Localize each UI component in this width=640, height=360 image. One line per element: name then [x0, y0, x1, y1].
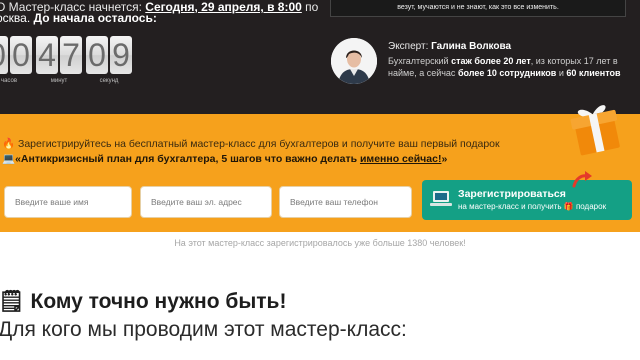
countdown-timer: 00 часов 47 минут 09 секунд [0, 36, 132, 84]
offer-text: 🔥 Зарегистрируйтесь на бесплатный мастер… [2, 137, 500, 150]
video-caption: везут, мучаются и не знают, как это все … [397, 4, 559, 11]
fire-icon: 🔥 [2, 138, 16, 150]
start-suffix: по [301, 0, 319, 14]
phone-input[interactable]: Введите ваш телефон [279, 186, 412, 218]
hours-label: часов [0, 78, 18, 84]
bio-2a: найме, а сейчас [388, 68, 458, 78]
gift-title-a: «Антикризисный план для бухгалтера, 5 ша… [15, 153, 360, 165]
minutes-digit-1: 4 [36, 36, 58, 74]
timer-hours: 00 часов [0, 36, 32, 84]
gift-title: 💻«Антикризисный план для бухгалтера, 5 ш… [2, 152, 447, 165]
timer-minutes: 47 минут [36, 36, 82, 84]
bio-1c: , из которых 17 лет в [530, 55, 618, 66]
expert-bio-line-2: найме, а сейчас более 10 сотрудников и 6… [388, 67, 638, 80]
expert-name-line: Эксперт: Галина Волкова [388, 41, 638, 54]
document-icon: 🗒 [0, 290, 25, 313]
video-player[interactable]: везут, мучаются и не знают, как это все … [330, 0, 626, 17]
seconds-digit-2: 9 [110, 36, 132, 74]
gift-box-icon [570, 105, 620, 156]
bio-2b: более 10 сотрудников [457, 68, 557, 78]
registered-count-note: На этот мастер-класс зарегистрировалось … [174, 238, 466, 248]
email-input[interactable]: Введите ваш эл. адрес [140, 186, 272, 218]
left-prefix: осква. [0, 11, 31, 25]
start-date-link[interactable]: Сегодня, 29 апреля, в 8:00 [145, 0, 302, 14]
register-title: Зарегистрироваться [458, 188, 566, 200]
hours-digit-2: 0 [10, 36, 32, 74]
expert-prefix: Эксперт: [388, 41, 432, 52]
arrow-icon [572, 171, 592, 188]
bio-1b: стаж более 20 лет [451, 55, 531, 66]
laptop-icon [430, 191, 452, 206]
expert-name: Галина Волкова [431, 41, 512, 52]
bio-1a: Бухгалтерский [388, 55, 452, 66]
timer-seconds: 09 секунд [86, 36, 132, 84]
audience-heading: 🗒 Кому точно нужно быть! [0, 290, 286, 314]
expert-avatar [331, 38, 377, 84]
expert-bio-line-1: Бухгалтерский стаж более 20 лет, из кото… [388, 55, 638, 68]
time-left-info: осква. До начала осталось: [0, 11, 157, 25]
offer-line-1: Зарегистрируйтесь на бесплатный мастер-к… [18, 138, 500, 150]
hours-digit-1: 0 [0, 36, 8, 74]
laptop-icon: 💻 [2, 153, 16, 165]
bio-2d: 60 клиентов [566, 68, 621, 78]
left-label: До начала осталось: [33, 11, 157, 25]
countdown-section: О Мастер-класс начнется: Сегодня, 29 апр… [0, 0, 640, 114]
name-input[interactable]: Введите ваше имя [4, 186, 132, 218]
gift-title-emphasis: именно сейчас! [359, 153, 442, 165]
minutes-digit-2: 7 [60, 36, 82, 74]
seconds-digit-1: 0 [86, 36, 108, 74]
seconds-label: секунд [99, 78, 119, 84]
audience-title: Кому точно нужно быть! [30, 290, 287, 313]
gift-title-close: » [441, 153, 448, 165]
bio-2c: и [556, 68, 567, 78]
expert-info: Эксперт: Галина Волкова Бухгалтерский ст… [388, 41, 638, 80]
audience-subtitle: Для кого мы проводим этот мастер-класс: [0, 318, 407, 341]
landing-page: О Мастер-класс начнется: Сегодня, 29 апр… [0, 0, 640, 360]
register-subtitle: на мастер-класс и получить 🎁 подарок [458, 202, 607, 211]
minutes-label: минут [50, 78, 68, 84]
register-button[interactable]: Зарегистрироваться на мастер-класс и пол… [422, 180, 632, 220]
